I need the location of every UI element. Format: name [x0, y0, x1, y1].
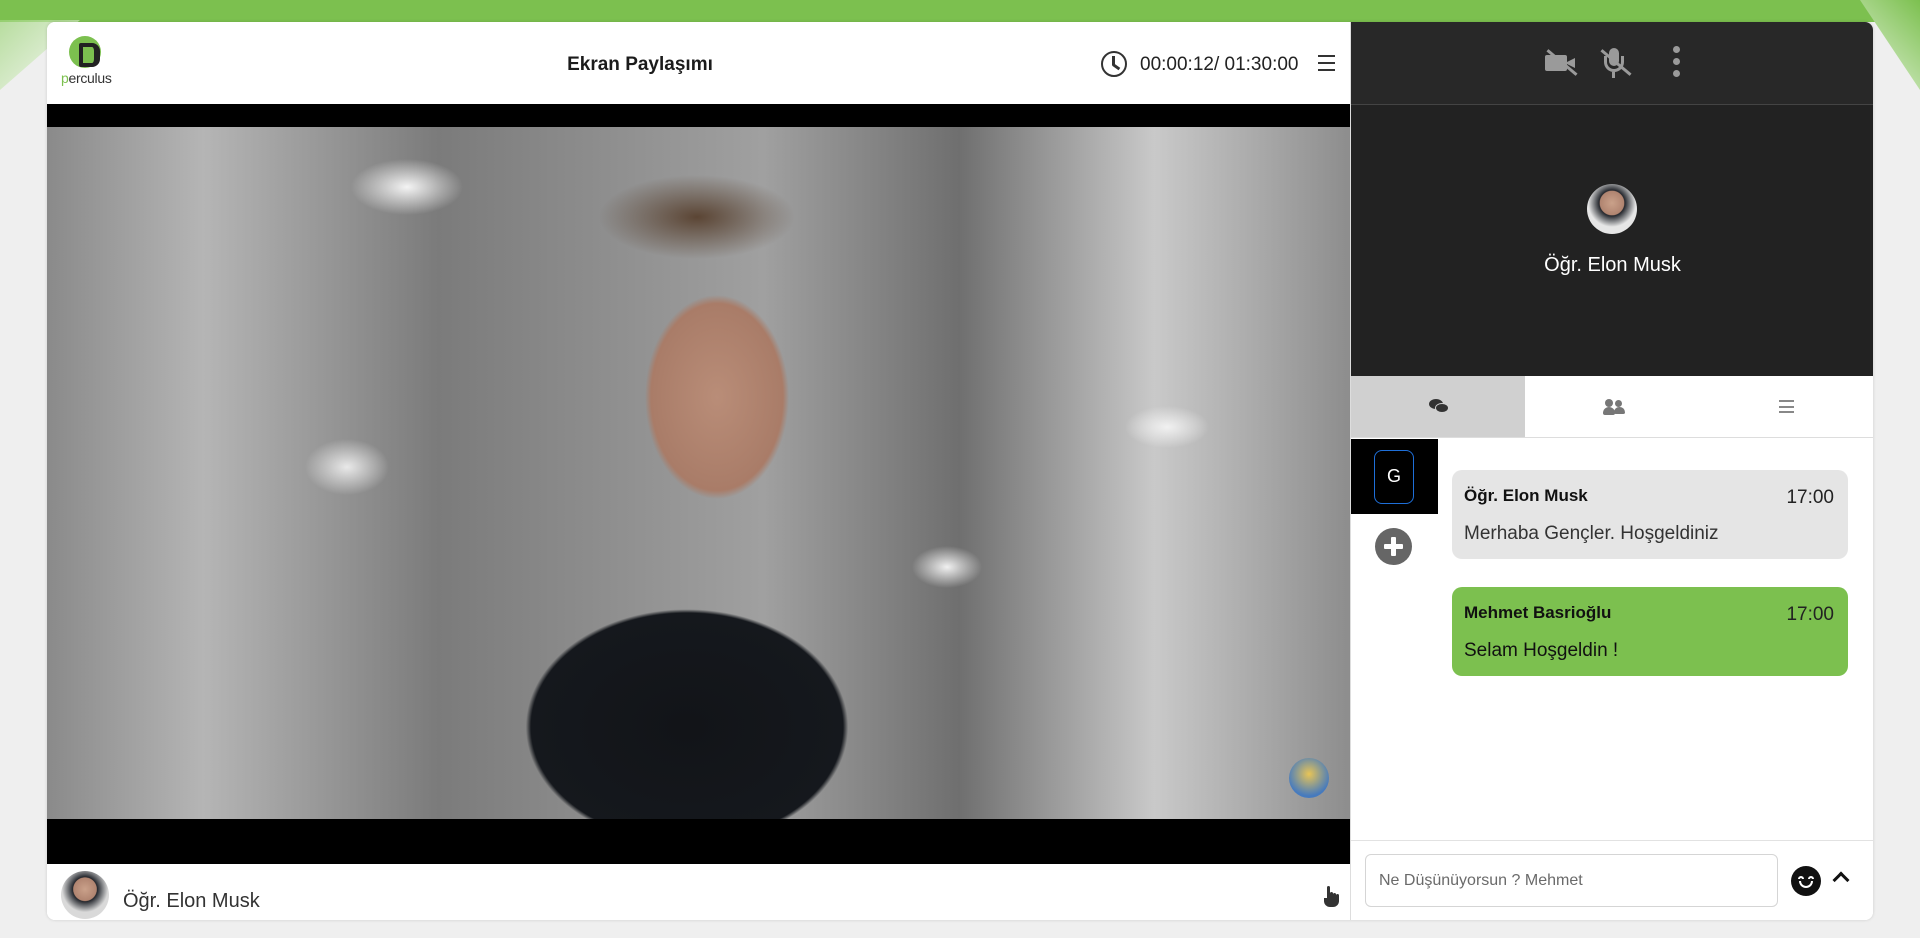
- watermark-badge: [1289, 758, 1329, 798]
- message-time: 17:00: [1786, 487, 1834, 508]
- tab-list[interactable]: [1699, 376, 1873, 437]
- classroom-window: perculus Ekran Paylaşımı 00:00:12/ 01:30…: [47, 22, 1873, 920]
- message-text: Merhaba Gençler. Hoşgeldiniz: [1464, 523, 1719, 544]
- chat-rooms: G: [1351, 439, 1438, 834]
- video-frame: [47, 127, 1350, 819]
- tab-chat[interactable]: [1351, 376, 1525, 437]
- screen-share-video: [47, 104, 1350, 864]
- page-title: Ekran Paylaşımı: [567, 54, 713, 75]
- plus-circle-icon[interactable]: [1375, 528, 1412, 565]
- message-sender: Öğr. Elon Musk: [1464, 486, 1588, 505]
- avatar: [1587, 184, 1637, 234]
- presenter-tile: Öğr. Elon Musk: [1351, 105, 1873, 376]
- presenter-name: Öğr. Elon Musk: [1544, 254, 1681, 276]
- session-timer: 00:00:12/ 01:30:00: [1140, 54, 1299, 75]
- list-icon: [1779, 400, 1794, 413]
- message-time: 17:00: [1786, 604, 1834, 625]
- speaker-name: Öğr. Elon Musk: [123, 890, 260, 912]
- chat-message-own: Mehmet Basrioğlu 17:00 Selam Hoşgeldin !: [1452, 587, 1848, 676]
- camera-off-icon[interactable]: [1541, 42, 1581, 82]
- message-text: Selam Hoşgeldin !: [1464, 640, 1619, 661]
- side-panel: Öğr. Elon Musk G Öğr. Elon Musk 17:00 Me…: [1350, 22, 1873, 920]
- emoji-icon[interactable]: [1791, 866, 1821, 896]
- more-vertical-icon[interactable]: [1657, 42, 1697, 82]
- chat-icon: [1429, 399, 1449, 413]
- header-bar: perculus Ekran Paylaşımı 00:00:12/ 01:30…: [47, 22, 1350, 104]
- tab-participants[interactable]: [1525, 376, 1699, 437]
- clock-icon: [1101, 51, 1127, 77]
- room-label: G: [1374, 450, 1414, 504]
- media-controls: [1351, 22, 1873, 105]
- chat-message: Öğr. Elon Musk 17:00 Merhaba Gençler. Ho…: [1452, 470, 1848, 559]
- avatar: [61, 871, 109, 919]
- mic-off-icon[interactable]: [1595, 42, 1635, 82]
- users-icon: [1603, 399, 1625, 415]
- chevron-up-icon[interactable]: [1832, 871, 1850, 889]
- room-item-general[interactable]: G: [1351, 439, 1438, 514]
- main-stage: perculus Ekran Paylaşımı 00:00:12/ 01:30…: [47, 22, 1350, 920]
- side-tabs: [1351, 376, 1873, 438]
- menu-icon[interactable]: [1318, 55, 1335, 71]
- speaker-bar: Öğr. Elon Musk: [47, 864, 1350, 920]
- chat-composer: [1351, 840, 1873, 920]
- raise-hand-icon[interactable]: [1321, 886, 1339, 908]
- top-accent-bar: [0, 0, 1920, 22]
- chat-input[interactable]: [1365, 854, 1778, 907]
- message-sender: Mehmet Basrioğlu: [1464, 603, 1612, 622]
